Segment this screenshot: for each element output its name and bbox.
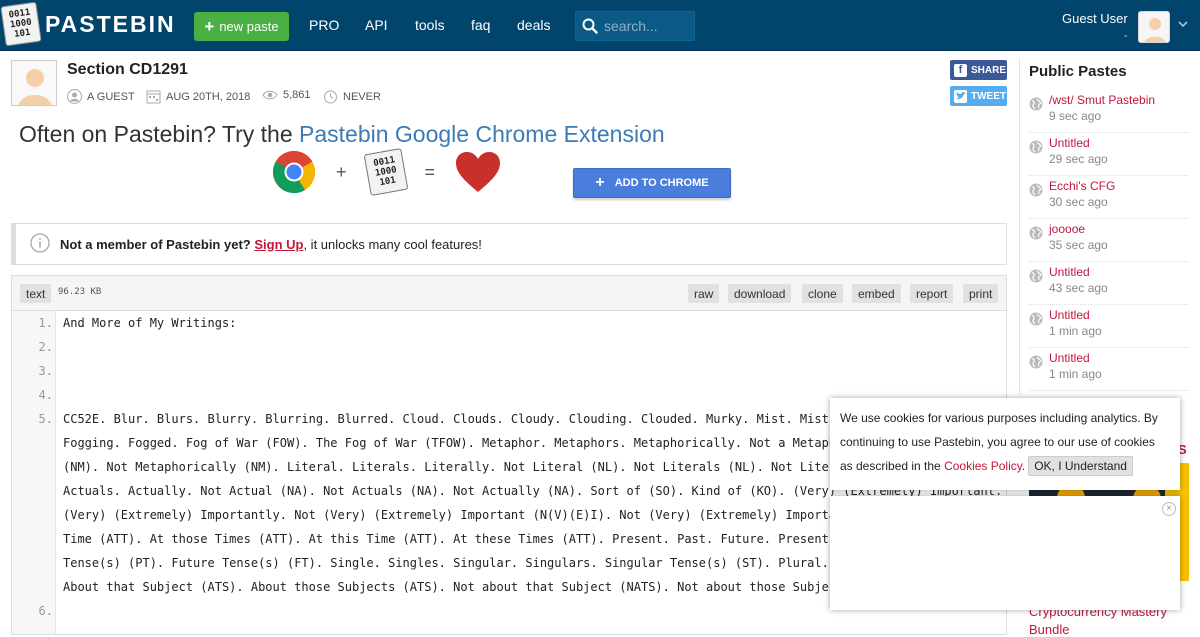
promo-graphic: + 0011 1000 101 =	[272, 148, 501, 196]
public-paste-item[interactable]: Untitled 29 sec ago	[1029, 133, 1189, 176]
add-to-chrome-button[interactable]: + ADD TO CHROME	[573, 168, 731, 198]
nav-tools[interactable]: tools	[415, 17, 445, 33]
paste-date: AUG 20TH, 2018	[146, 89, 250, 104]
nav-faq[interactable]: faq	[471, 17, 490, 33]
page-title: Section CD1291	[67, 61, 188, 78]
paste-expire: NEVER	[323, 89, 381, 104]
globe-icon	[1029, 140, 1043, 157]
sidebar-divider	[1019, 59, 1020, 394]
tweet-button[interactable]: TWEET	[950, 86, 1007, 106]
plus-icon: +	[204, 16, 215, 36]
logo-icon: 0011 1000 101	[0, 1, 42, 47]
code-line: 2.	[38, 340, 53, 354]
promo-text: Often on Pastebin? Try the Pastebin Goog…	[19, 121, 665, 147]
globe-icon	[1029, 355, 1043, 372]
globe-icon	[1029, 312, 1043, 329]
chrome-extension-link[interactable]: Pastebin Google Chrome Extension	[299, 121, 665, 147]
nav-pro[interactable]: PRO	[309, 17, 339, 33]
syntax-badge[interactable]: text	[20, 284, 52, 303]
top-bar: 0011 1000 101 PASTEBIN + new paste PRO A…	[0, 0, 1200, 51]
user-menu[interactable]: Guest User -	[1062, 11, 1128, 42]
facebook-icon: f	[954, 63, 967, 77]
search-icon[interactable]	[576, 18, 604, 34]
code-line: 1. And More of My Writings:	[38, 316, 237, 330]
user-icon	[67, 89, 82, 104]
cookie-banner: We use cookies for various purposes incl…	[830, 398, 1180, 490]
public-paste-item[interactable]: Untitled 1 min ago	[1029, 348, 1189, 391]
report-button[interactable]: report	[910, 284, 954, 303]
paste-author: A GUEST	[67, 89, 135, 104]
user-name: Guest User	[1062, 11, 1128, 26]
plus-sign: +	[336, 161, 347, 182]
public-paste-item[interactable]: Untitled 43 sec ago	[1029, 262, 1189, 305]
cookies-policy-link[interactable]: Cookies Policy	[944, 459, 1022, 473]
signup-notice: Not a member of Pastebin yet? Sign Up, i…	[11, 223, 1007, 265]
cookie-accept-button[interactable]: OK, I Understand	[1028, 456, 1133, 476]
avatar[interactable]	[1138, 11, 1170, 43]
logo[interactable]: 0011 1000 101 PASTEBIN	[0, 1, 176, 47]
print-button[interactable]: print	[963, 284, 999, 303]
close-icon[interactable]: ×	[1162, 502, 1176, 516]
info-icon	[30, 232, 50, 256]
new-paste-button[interactable]: + new paste	[194, 12, 289, 41]
search-box[interactable]	[575, 11, 695, 41]
public-pastes-title: Public Pastes	[1029, 63, 1127, 80]
chrome-icon	[272, 150, 316, 194]
public-paste-item[interactable]: Untitled 1 min ago	[1029, 305, 1189, 348]
globe-icon	[1029, 269, 1043, 286]
heart-icon	[456, 152, 501, 192]
code-toolbar: text 96.23 KB raw download clone embed r…	[12, 276, 1006, 311]
share-button[interactable]: f SHARE	[950, 60, 1007, 80]
signup-link[interactable]: Sign Up	[254, 237, 303, 252]
embed-button[interactable]: embed	[852, 284, 901, 303]
public-paste-item[interactable]: jooooe 35 sec ago	[1029, 219, 1189, 262]
ad-popup: ×	[830, 496, 1180, 610]
nav-deals[interactable]: deals	[517, 17, 550, 33]
author-avatar	[11, 60, 57, 106]
pastebin-logo-icon: 0011 1000 101	[363, 148, 408, 196]
logo-text: PASTEBIN	[45, 10, 176, 37]
calendar-icon	[146, 90, 161, 104]
public-paste-item[interactable]: Ecchi's CFG 30 sec ago	[1029, 176, 1189, 219]
code-line: 3.	[38, 364, 53, 378]
search-input[interactable]	[604, 18, 689, 34]
globe-icon	[1029, 183, 1043, 200]
public-paste-item[interactable]: /wst/ Smut Pastebin 9 sec ago	[1029, 90, 1189, 133]
twitter-icon	[954, 89, 967, 103]
chevron-down-icon[interactable]	[1177, 18, 1189, 33]
equals-sign: =	[424, 161, 436, 182]
nav-api[interactable]: API	[365, 17, 388, 33]
eye-icon	[262, 90, 278, 100]
paste-views: 5,861	[262, 89, 311, 101]
clock-icon	[324, 90, 337, 104]
user-sub: -	[1123, 28, 1128, 42]
globe-icon	[1029, 226, 1043, 243]
download-button[interactable]: download	[728, 284, 792, 303]
clone-button[interactable]: clone	[802, 284, 843, 303]
globe-icon	[1029, 97, 1043, 114]
paste-size: 96.23 KB	[58, 287, 102, 297]
plus-icon: +	[595, 174, 605, 191]
raw-button[interactable]: raw	[688, 284, 720, 303]
